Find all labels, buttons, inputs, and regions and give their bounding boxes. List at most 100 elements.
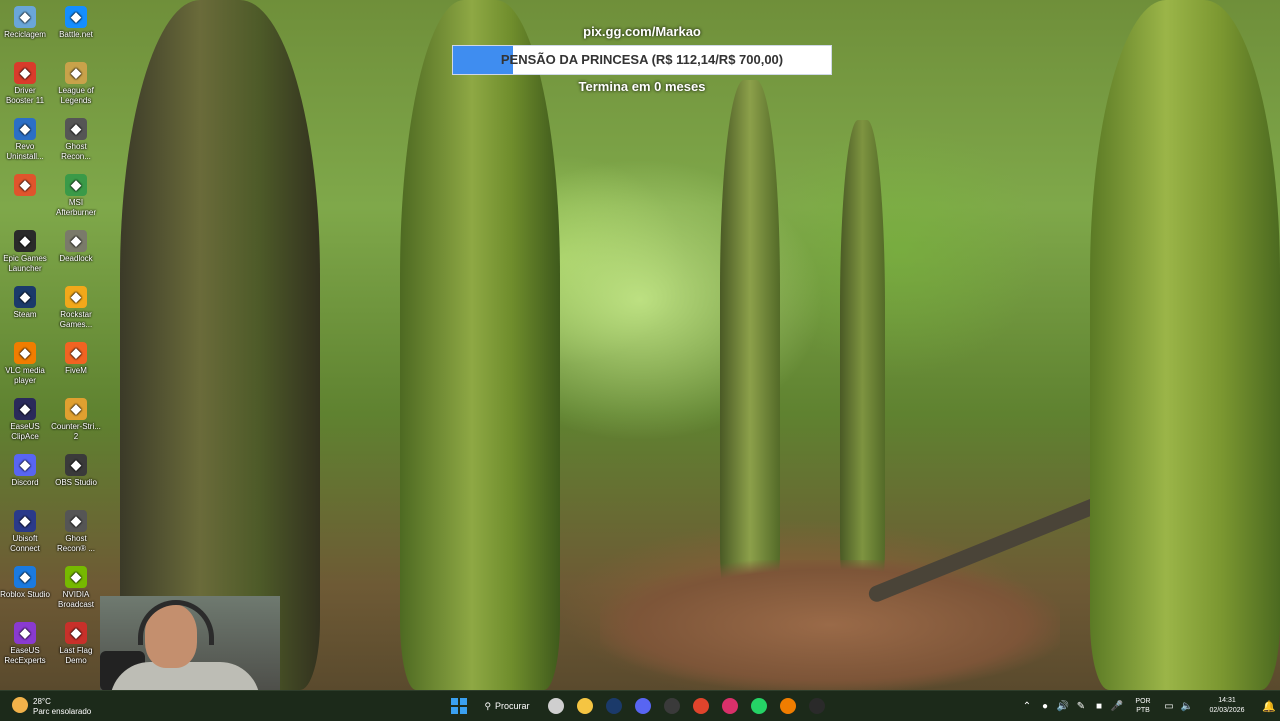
- shortcut-label: Revo Uninstall...: [6, 142, 44, 161]
- desktop-shortcut[interactable]: ◆ Deadlock: [51, 228, 101, 264]
- shortcut-label: EaseUS RecExperts: [4, 646, 46, 665]
- whatsapp-icon[interactable]: [747, 695, 771, 717]
- clock-time: 14:31: [1218, 697, 1236, 704]
- webcam-feed: [100, 596, 280, 690]
- shortcut-label: FiveM: [65, 366, 87, 375]
- discord-icon[interactable]: [631, 695, 655, 717]
- desktop-shortcut[interactable]: ◆ Steam: [0, 284, 50, 320]
- desktop-shortcut[interactable]: ◆ Ubisoft Connect: [0, 508, 50, 554]
- desktop-shortcut[interactable]: ◆ Epic Games Launcher: [0, 228, 50, 274]
- pinned-apps: [541, 695, 831, 717]
- desktop-shortcut[interactable]: ◆ NVIDIA Broadcast: [51, 564, 101, 610]
- weather-sun-icon: [12, 697, 28, 713]
- terminal-icon[interactable]: [805, 695, 829, 717]
- shortcut-label: Steam: [13, 310, 37, 319]
- shortcut-label: League of Legends: [58, 86, 94, 105]
- shortcut-label: Last Flag Demo: [59, 646, 93, 665]
- search-label: Procurar: [495, 701, 530, 711]
- last-flag-icon: ◆: [65, 622, 87, 644]
- headset: [138, 600, 214, 645]
- desktop-shortcut[interactable]: ◆ Reciclagem: [0, 4, 50, 40]
- speaker-tray-icon[interactable]: 🔊: [1054, 701, 1072, 712]
- desktop-shortcut[interactable]: ◆ Counter-Stri... 2: [51, 396, 101, 442]
- desktop-shortcut[interactable]: ◆ OBS Studio: [51, 452, 101, 488]
- desktop-shortcut[interactable]: ◆ Driver Booster 11: [0, 60, 50, 106]
- forest-path: [600, 560, 1060, 690]
- steam-icon[interactable]: [602, 695, 626, 717]
- ubisoft-icon: ◆: [14, 510, 36, 532]
- task-view-icon[interactable]: [544, 695, 568, 717]
- revo-uninstaller-icon: ◆: [14, 118, 36, 140]
- windows-start-icon[interactable]: [447, 695, 471, 717]
- taskbar-apps: ⚲ Procurar: [444, 691, 831, 721]
- clock-date: 02/03/2026: [1209, 707, 1245, 714]
- instagram-icon[interactable]: [718, 695, 742, 717]
- shortcut-label: Counter-Stri... 2: [51, 422, 101, 441]
- tree-trunk: [840, 120, 885, 590]
- weather-desc: Parc ensolarado: [33, 707, 92, 716]
- file-explorer-icon[interactable]: [573, 695, 597, 717]
- shortcut-label: Driver Booster 11: [5, 86, 45, 105]
- desktop-shortcut[interactable]: ◆ Ghost Recon...: [51, 116, 101, 162]
- obs-icon[interactable]: [660, 695, 684, 717]
- chrome-icon[interactable]: [689, 695, 713, 717]
- pen-tray-icon[interactable]: ✎: [1072, 701, 1090, 712]
- steam-icon: ◆: [14, 286, 36, 308]
- person-body: [110, 662, 260, 690]
- shortcut-label: Deadlock: [59, 254, 93, 263]
- desktop-shortcut[interactable]: ◆ Rockstar Games...: [51, 284, 101, 330]
- shortcut-label: Rockstar Games...: [59, 310, 93, 329]
- shortcut-label: Epic Games Launcher: [3, 254, 47, 273]
- tree-trunk: [120, 0, 320, 690]
- desktop-shortcut[interactable]: ◆ Last Flag Demo: [51, 620, 101, 666]
- desktop-shortcut[interactable]: ◆ MSI Afterburner: [51, 172, 101, 218]
- taskbar-search-button[interactable]: ⚲ Procurar: [477, 695, 537, 717]
- taskbar-clock[interactable]: 14:31 02/03/2026: [1196, 696, 1258, 716]
- system-tray: ⌃ ● 🔊 ✎ ■ 🎤 POR PTB ▭ 🔈 14:31 02/03/2026…: [1018, 691, 1280, 721]
- recycle-bin-icon: ◆: [14, 6, 36, 28]
- desktop-shortcut[interactable]: ◆ EaseUS ClipAce: [0, 396, 50, 442]
- mic-tray-icon[interactable]: 🎤: [1108, 701, 1126, 712]
- shortcut-label: Discord: [11, 478, 39, 487]
- epic-games-icon: ◆: [14, 230, 36, 252]
- shortcut-label: OBS Studio: [55, 478, 97, 487]
- shortcut-label: Ubisoft Connect: [10, 534, 40, 553]
- desktop-shortcut[interactable]: ◆ Battle.net: [51, 4, 101, 40]
- notification-bell-icon[interactable]: 🔔: [1258, 700, 1280, 713]
- cloud-app-icon[interactable]: [776, 695, 800, 717]
- battlenet-icon: ◆: [65, 6, 87, 28]
- desktop-shortcut[interactable]: ◆: [0, 172, 50, 198]
- shortcut-label: EaseUS ClipAce: [10, 422, 40, 441]
- easeus-recexperts-icon: ◆: [14, 622, 36, 644]
- desktop-shortcut[interactable]: ◆ Roblox Studio: [0, 564, 50, 600]
- volume-icon[interactable]: 🔈: [1178, 701, 1196, 712]
- shortcut-label: VLC media player: [5, 366, 45, 385]
- shortcut-label: Ghost Recon...: [61, 142, 91, 161]
- shortcut-label: MSI Afterburner: [55, 198, 97, 217]
- tree-trunk: [400, 0, 560, 690]
- counter-strike-icon: ◆: [65, 398, 87, 420]
- desktop-shortcut[interactable]: ◆ EaseUS RecExperts: [0, 620, 50, 666]
- easeus-clipace-icon: ◆: [14, 398, 36, 420]
- desktop-shortcut[interactable]: ◆ Revo Uninstall...: [0, 116, 50, 162]
- desktop-shortcut[interactable]: ◆ VLC media player: [0, 340, 50, 386]
- ghost-recon-icon: ◆: [65, 118, 87, 140]
- desktop-shortcut[interactable]: ◆ Discord: [0, 452, 50, 488]
- tree-trunk: [720, 80, 780, 600]
- desktop-shortcut[interactable]: ◆ Ghost Recon® ...: [51, 508, 101, 554]
- weather-temp: 28°C: [33, 697, 51, 706]
- league-of-legends-icon: ◆: [65, 62, 87, 84]
- shortcut-label: Reciclagem: [4, 30, 46, 39]
- language-indicator[interactable]: POR PTB: [1126, 697, 1160, 715]
- display-icon[interactable]: ▭: [1160, 701, 1178, 712]
- goal-label: PENSÃO DA PRINCESA (R$ 112,14/R$ 700,00): [500, 52, 784, 67]
- desktop-shortcut[interactable]: ◆ FiveM: [51, 340, 101, 376]
- roblox-studio-icon: ◆: [14, 566, 36, 588]
- search-icon: ⚲: [484, 700, 492, 711]
- app-tray-icon[interactable]: ■: [1090, 701, 1108, 712]
- desktop-shortcut[interactable]: ◆ League of Legends: [51, 60, 101, 106]
- chevron-up-icon[interactable]: ⌃: [1018, 701, 1036, 712]
- shortcut-label: Battle.net: [59, 30, 93, 39]
- shortcut-label: NVIDIA Broadcast: [57, 590, 95, 609]
- network-tray-icon[interactable]: ●: [1036, 701, 1054, 712]
